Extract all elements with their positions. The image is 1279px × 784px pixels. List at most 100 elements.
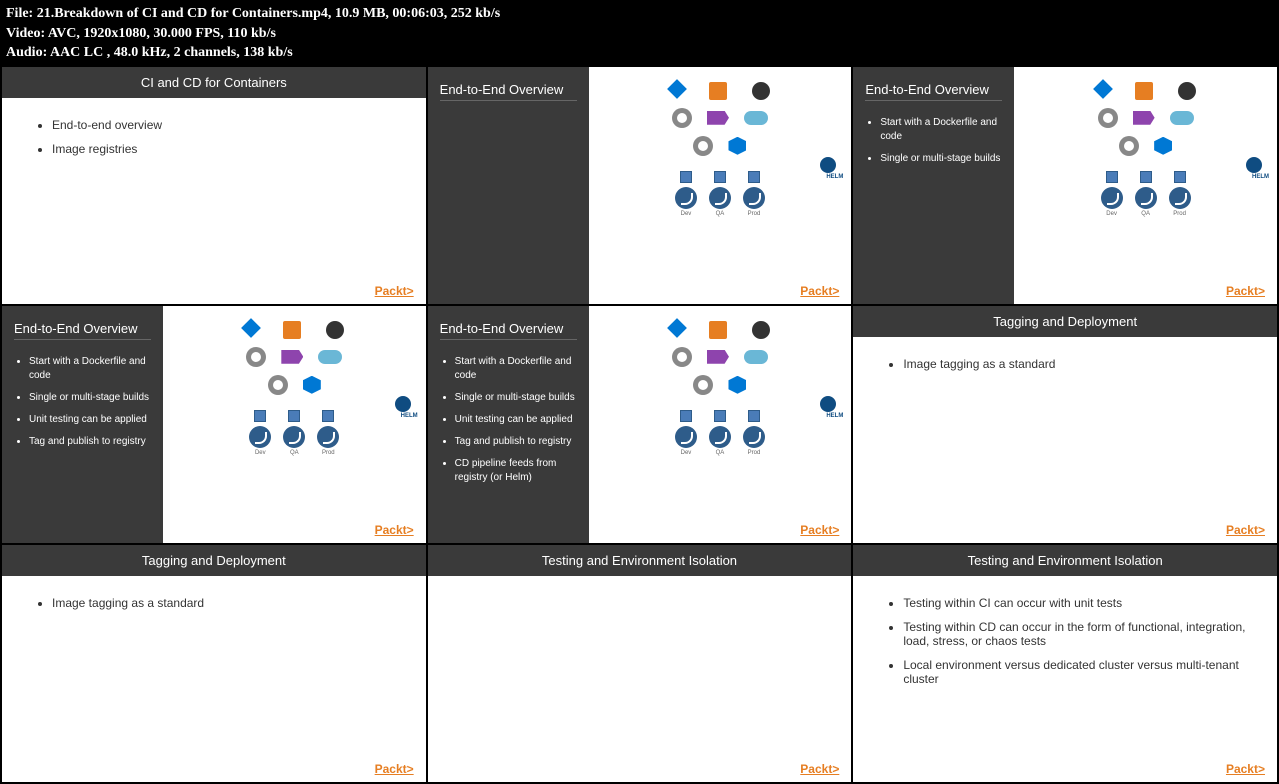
registry-icon	[318, 350, 342, 364]
deploy-icon	[317, 426, 339, 448]
tag-icon	[707, 350, 729, 364]
brand-logo: Packt>	[800, 762, 839, 776]
brand-logo: Packt>	[800, 284, 839, 298]
deploy-icon	[1135, 187, 1157, 209]
deploy-icon	[743, 187, 765, 209]
slide-title: CI and CD for Containers	[2, 67, 426, 98]
bullet-item: Single or multi-stage builds	[880, 152, 1002, 166]
slide-thumbnail: End-to-End OverviewStart with a Dockerfi…	[428, 306, 852, 543]
slide-thumbnail: CI and CD for ContainersEnd-to-end overv…	[2, 67, 426, 304]
brand-logo: Packt>	[1226, 762, 1265, 776]
slide-thumbnail: Testing and Environment IsolationTesting…	[853, 545, 1277, 782]
brand-logo: Packt>	[1226, 523, 1265, 537]
repo-icon	[283, 321, 301, 339]
github-icon	[752, 321, 770, 339]
slide-title: Tagging and Deployment	[2, 545, 426, 576]
slide-thumbnail: End-to-End OverviewStart with a Dockerfi…	[2, 306, 426, 543]
kubernetes-icon	[728, 137, 746, 155]
brand-logo: Packt>	[800, 523, 839, 537]
gear-icon	[693, 375, 713, 395]
gear-icon	[1119, 136, 1139, 156]
bullet-item: Tag and publish to registry	[455, 435, 577, 449]
github-icon	[1178, 82, 1196, 100]
slide-thumbnail: Tagging and Deployment Image tagging as a…	[853, 306, 1277, 543]
slide-sidebar: End-to-End Overview Start with a Dockerfi…	[853, 67, 1014, 304]
helm-label: HELM	[826, 174, 843, 180]
bullet-item: Start with a Dockerfile and code	[880, 116, 1002, 144]
bullet-item: Image registries	[52, 142, 396, 156]
deploy-dev: Dev	[1101, 171, 1123, 217]
bullet-item: Start with a Dockerfile and code	[455, 355, 577, 383]
gear-icon	[246, 347, 266, 367]
file-line: File: 21.Breakdown of CI and CD for Cont…	[6, 4, 1273, 24]
slide-body	[428, 576, 852, 616]
helm-icon	[1246, 157, 1262, 173]
deploy-dev: Dev	[675, 171, 697, 217]
slide-sidebar: End-to-End Overview	[428, 67, 589, 304]
deploy-prod: Prod	[317, 410, 339, 456]
azure-devops-icon	[667, 79, 687, 99]
azure-devops-icon	[1093, 79, 1113, 99]
slide-title: Tagging and Deployment	[853, 306, 1277, 337]
slide-thumbnail: Testing and Environment IsolationPackt>	[428, 545, 852, 782]
deploy-icon	[675, 426, 697, 448]
tag-icon	[281, 350, 303, 364]
slide-title: Testing and Environment Isolation	[853, 545, 1277, 576]
helm-icon	[820, 157, 836, 173]
azure-devops-icon	[667, 318, 687, 338]
kubernetes-icon	[1154, 137, 1172, 155]
slide-title: End-to-End Overview	[14, 321, 151, 340]
deploy-qa: QA	[709, 410, 731, 456]
repo-icon	[1135, 82, 1153, 100]
deploy-dev: Dev	[675, 410, 697, 456]
deploy-qa: QA	[283, 410, 305, 456]
bullet-item: Single or multi-stage builds	[455, 391, 577, 405]
bullet-item: CD pipeline feeds from registry (or Helm…	[455, 457, 577, 485]
tag-icon	[707, 111, 729, 125]
audio-line: Audio: AAC LC , 48.0 kHz, 2 channels, 13…	[6, 43, 1273, 63]
diagram-panel: HELM Dev QA Prod	[589, 67, 852, 304]
gear-icon	[672, 108, 692, 128]
bullet-item: Tag and publish to registry	[29, 435, 151, 449]
registry-icon	[1170, 111, 1194, 125]
deploy-icon	[709, 426, 731, 448]
brand-logo: Packt>	[375, 762, 414, 776]
deploy-prod: Prod	[743, 171, 765, 217]
kubernetes-icon	[303, 376, 321, 394]
helm-label: HELM	[826, 413, 843, 419]
deploy-qa: QA	[709, 171, 731, 217]
repo-icon	[709, 321, 727, 339]
helm-label: HELM	[1252, 174, 1269, 180]
deploy-icon	[1101, 187, 1123, 209]
brand-logo: Packt>	[375, 523, 414, 537]
registry-icon	[744, 350, 768, 364]
bullet-item: Image tagging as a standard	[903, 357, 1247, 371]
slide-sidebar: End-to-End OverviewStart with a Dockerfi…	[2, 306, 163, 543]
diagram-panel: HELM Dev QA Prod	[163, 306, 426, 543]
kubernetes-icon	[728, 376, 746, 394]
deploy-prod: Prod	[1169, 171, 1191, 217]
slide-body: Image tagging as a standard	[2, 576, 426, 640]
github-icon	[326, 321, 344, 339]
slide-title: End-to-End Overview	[865, 82, 1002, 101]
brand-logo: Packt>	[1226, 284, 1265, 298]
deploy-icon	[1169, 187, 1191, 209]
deploy-icon	[743, 426, 765, 448]
pipeline-diagram: HELM Dev QA Prod	[1024, 82, 1267, 274]
thumbnail-grid: CI and CD for ContainersEnd-to-end overv…	[0, 67, 1279, 784]
slide-thumbnail: End-to-End Overview Start with a Dockerfi…	[853, 67, 1277, 304]
bullet-item: Image tagging as a standard	[52, 596, 396, 610]
pipeline-diagram: HELM Dev QA Prod	[599, 82, 842, 274]
bullet-item: Single or multi-stage builds	[29, 391, 151, 405]
diagram-panel: HELM Dev QA Prod	[1014, 67, 1277, 304]
pipeline-diagram: HELM Dev QA Prod	[599, 321, 842, 513]
video-line: Video: AVC, 1920x1080, 30.000 FPS, 110 k…	[6, 24, 1273, 44]
bullet-item: Unit testing can be applied	[29, 413, 151, 427]
file-info-header: File: 21.Breakdown of CI and CD for Cont…	[0, 0, 1279, 67]
slide-thumbnail: Tagging and Deployment Image tagging as a…	[2, 545, 426, 782]
pipeline-diagram: HELM Dev QA Prod	[173, 321, 416, 513]
diagram-panel: HELM Dev QA Prod	[589, 306, 852, 543]
deploy-prod: Prod	[743, 410, 765, 456]
helm-icon	[395, 396, 411, 412]
gear-icon	[672, 347, 692, 367]
